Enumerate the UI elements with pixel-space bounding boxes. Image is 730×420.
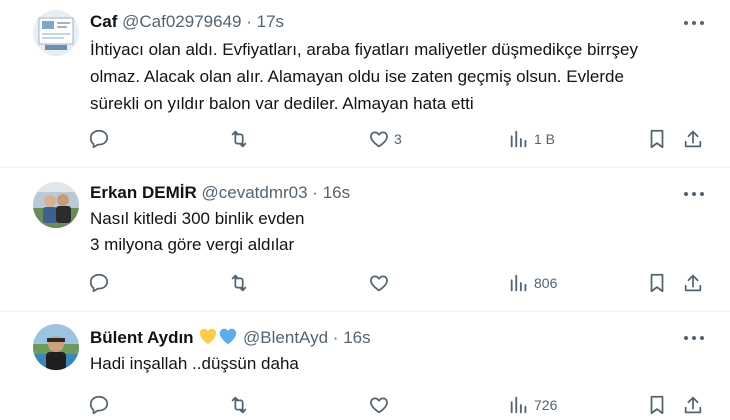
tweet-text-line: olmaz. Alacak olan alır. Alamayan oldu i… <box>90 67 624 86</box>
share-icon <box>684 130 702 148</box>
retweet-button[interactable] <box>228 272 258 296</box>
reply-button[interactable] <box>88 128 118 152</box>
bookmark-button[interactable] <box>646 272 670 296</box>
avatar-caf[interactable] <box>33 10 79 56</box>
tweet-text-line: 3 milyona göre vergi aldılar <box>90 235 295 254</box>
author-name[interactable]: Caf <box>90 12 117 31</box>
author-name[interactable]: Bülent Aydın <box>90 328 194 347</box>
views-count: 1 B <box>534 131 556 147</box>
views-count: 726 <box>534 397 558 413</box>
timestamp[interactable]: 16s <box>343 328 370 347</box>
reply-icon <box>89 273 109 293</box>
reply-icon <box>89 129 109 149</box>
views-icon <box>510 396 527 414</box>
like-icon <box>370 397 388 414</box>
views-button[interactable]: 806 <box>508 272 568 296</box>
tweet-text-line: sürekli on yıldır balon var dediler. Alm… <box>90 94 474 113</box>
timestamp[interactable]: 16s <box>323 183 350 202</box>
views-button[interactable]: 1 B <box>508 128 568 152</box>
bookmark-button[interactable] <box>646 128 670 152</box>
more-options-icon[interactable] <box>682 333 706 343</box>
views-button[interactable]: 726 <box>508 394 568 418</box>
like-button[interactable] <box>368 394 418 418</box>
retweet-button[interactable] <box>228 394 258 418</box>
bookmark-icon <box>650 395 664 415</box>
tweet-header: Caf @Caf02979649 · 17s <box>90 12 284 32</box>
tweet-header: Bülent Aydın @BlentAyd · 16s <box>90 327 371 350</box>
blue-heart-icon <box>218 327 238 350</box>
views-icon <box>510 130 527 148</box>
like-icon <box>370 275 388 292</box>
avatar-erkan[interactable] <box>33 182 79 228</box>
tweet-header: Erkan DEMİR @cevatdmr03 · 16s <box>90 183 350 203</box>
yellow-heart-icon <box>198 327 218 350</box>
share-button[interactable] <box>682 128 706 152</box>
more-options-icon[interactable] <box>682 18 706 28</box>
reply-button[interactable] <box>88 394 118 418</box>
views-icon <box>510 274 527 292</box>
tweet-divider <box>0 311 730 312</box>
retweet-button[interactable] <box>228 128 258 152</box>
like-button[interactable]: 3 <box>368 128 418 152</box>
share-button[interactable] <box>682 272 706 296</box>
retweet-icon <box>231 396 247 414</box>
like-icon <box>370 131 388 148</box>
tweet-divider <box>0 167 730 168</box>
author-handle[interactable]: @BlentAyd <box>243 328 328 347</box>
tweet-text-line: Nasıl kitledi 300 binlik evden <box>90 209 305 228</box>
like-button[interactable] <box>368 272 418 296</box>
timestamp[interactable]: 17s <box>257 12 284 31</box>
share-icon <box>684 396 702 414</box>
retweet-icon <box>231 274 247 292</box>
bookmark-icon <box>650 273 664 293</box>
like-count: 3 <box>394 131 402 147</box>
author-handle[interactable]: @Caf02979649 <box>122 12 241 31</box>
tweet-text-line: İhtiyacı olan aldı. Evfiyatları, araba f… <box>90 40 639 59</box>
author-name[interactable]: Erkan DEMİR <box>90 183 197 202</box>
separator: · <box>332 327 339 347</box>
share-icon <box>684 274 702 292</box>
bookmark-icon <box>650 129 664 149</box>
views-count: 806 <box>534 275 558 291</box>
reply-icon <box>89 395 109 415</box>
share-button[interactable] <box>682 394 706 418</box>
avatar-bulent[interactable] <box>33 324 79 370</box>
separator: · <box>312 183 318 202</box>
author-handle[interactable]: @cevatdmr03 <box>201 183 307 202</box>
tweet-text-line: Hadi inşallah ..düşsün daha <box>90 354 299 373</box>
separator: · <box>246 12 252 31</box>
reply-button[interactable] <box>88 272 118 296</box>
bookmark-button[interactable] <box>646 394 670 418</box>
retweet-icon <box>231 130 247 148</box>
more-options-icon[interactable] <box>682 189 706 199</box>
